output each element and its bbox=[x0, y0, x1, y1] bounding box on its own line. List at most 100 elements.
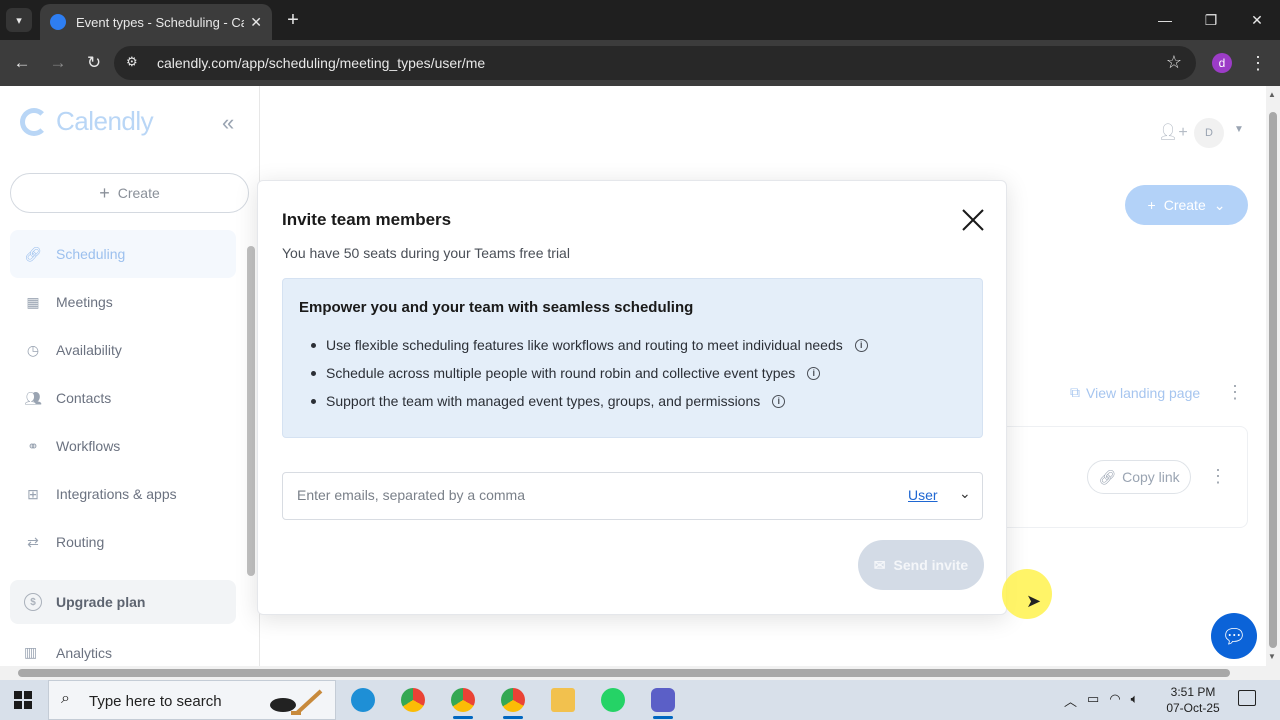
calendly-logo[interactable]: Calendly bbox=[20, 106, 154, 137]
reload-button[interactable]: ↻ bbox=[82, 51, 106, 75]
collapse-sidebar-icon[interactable]: « bbox=[222, 110, 234, 136]
file-explorer-taskbar-icon[interactable] bbox=[543, 684, 583, 716]
info-icon[interactable]: i bbox=[772, 394, 786, 408]
promo-item-text: Use flexible scheduling features like wo… bbox=[326, 337, 843, 353]
clock-date: 07-Oct-25 bbox=[1166, 701, 1220, 715]
bookmark-star-icon[interactable]: ☆ bbox=[1166, 52, 1182, 73]
event-more-icon[interactable]: ⋮ bbox=[1209, 466, 1227, 487]
wifi-icon[interactable]: ◠ bbox=[1109, 691, 1120, 710]
sidebar: Calendly « + Create 🔗︎ Scheduling ▦ Meet… bbox=[0, 86, 260, 666]
sidebar-nav: 🔗︎ Scheduling ▦ Meetings ◷ Availability … bbox=[10, 230, 236, 566]
chevron-up-icon[interactable]: ︿ bbox=[1064, 691, 1077, 710]
promo-box: Empower you and your team with seamless … bbox=[282, 278, 983, 438]
forward-button[interactable]: → bbox=[46, 51, 70, 75]
email-input[interactable] bbox=[297, 487, 857, 503]
sidebar-item-label: Routing bbox=[56, 534, 105, 550]
sidebar-item-analytics[interactable]: ▥ Analytics bbox=[24, 644, 112, 661]
chevron-down-icon[interactable]: ⌄ bbox=[959, 485, 971, 502]
mail-icon: ✉ bbox=[873, 556, 886, 573]
role-select[interactable]: User bbox=[908, 487, 938, 503]
view-landing-page-link[interactable]: ⧉ View landing page bbox=[1070, 384, 1200, 401]
browser-tab-bar: ▾ Event types - Scheduling - Calendly ✕ … bbox=[0, 0, 1280, 40]
address-bar[interactable]: ⚙ calendly.com/app/scheduling/meeting_ty… bbox=[114, 46, 1196, 80]
chat-bubble-icon: 💬︎ bbox=[1221, 625, 1247, 648]
sidebar-item-scheduling[interactable]: 🔗︎ Scheduling bbox=[10, 230, 236, 278]
email-invite-field: User ⌄ bbox=[282, 472, 983, 520]
taskbar-search[interactable]: ⌕ Type here to search bbox=[48, 680, 336, 720]
contacts-icon: 👥︎ bbox=[24, 389, 42, 406]
restore-button[interactable]: ❐ bbox=[1196, 8, 1226, 32]
sidebar-item-meetings[interactable]: ▦ Meetings bbox=[10, 278, 236, 326]
info-icon[interactable]: i bbox=[854, 338, 868, 352]
external-link-icon: ⧉ bbox=[1070, 384, 1080, 400]
sidebar-item-availability[interactable]: ◷ Availability bbox=[10, 326, 236, 374]
window-close-button[interactable]: ✕ bbox=[1242, 8, 1272, 32]
close-icon[interactable] bbox=[960, 207, 986, 233]
windows-start-icon[interactable] bbox=[14, 691, 32, 709]
promo-title: Empower you and your team with seamless … bbox=[299, 299, 694, 316]
browser-tab-active[interactable]: Event types - Scheduling - Calendly ✕ bbox=[40, 4, 272, 40]
mouse-cursor-icon: ➤ bbox=[1026, 591, 1042, 611]
sidebar-item-integrations[interactable]: ⊞ Integrations & apps bbox=[10, 470, 236, 518]
chevron-down-icon[interactable]: ▼ bbox=[1234, 124, 1244, 135]
sidebar-item-label: Scheduling bbox=[56, 246, 126, 262]
sidebar-create-button[interactable]: + Create bbox=[10, 173, 249, 213]
windows-taskbar: ⌕ Type here to search ︿ ▭ ◠ 🔈︎ 3:51 PM 0… bbox=[0, 680, 1280, 720]
clock-time: 3:51 PM bbox=[1170, 685, 1216, 699]
info-icon[interactable]: i bbox=[807, 366, 821, 380]
calendly-logo-icon bbox=[20, 107, 48, 136]
sidebar-item-label: Availability bbox=[56, 342, 122, 358]
landing-more-icon[interactable]: ⋮ bbox=[1226, 382, 1244, 403]
grid-icon: ⊞ bbox=[27, 485, 39, 502]
horizontal-scroll-thumb[interactable] bbox=[18, 669, 1230, 677]
analytics-icon: ▥ bbox=[24, 644, 38, 660]
sidebar-item-routing[interactable]: ⇄ Routing bbox=[10, 518, 236, 566]
taskbar-clock[interactable]: 3:51 PM 07-Oct-25 bbox=[1160, 684, 1226, 716]
plus-icon: + bbox=[1147, 197, 1156, 213]
copy-link-button[interactable]: 🔗︎ Copy link bbox=[1087, 460, 1191, 494]
chrome-profile-d-taskbar-icon[interactable] bbox=[493, 684, 533, 719]
sidebar-item-label: Meetings bbox=[56, 294, 113, 310]
create-label: Create bbox=[1163, 197, 1206, 213]
page-scroll-thumb[interactable] bbox=[1269, 112, 1277, 648]
main-create-button[interactable]: + Create ⌄ bbox=[1125, 185, 1248, 225]
app-taskbar-icon[interactable] bbox=[643, 684, 683, 719]
sidebar-item-workflows[interactable]: ⚭ Workflows bbox=[10, 422, 236, 470]
chrome-profile-n-taskbar-icon[interactable] bbox=[443, 684, 483, 719]
profile-avatar[interactable]: d bbox=[1212, 53, 1232, 73]
browser-toolbar: ← → ↻ ⚙ calendly.com/app/scheduling/meet… bbox=[0, 40, 1280, 86]
chrome-taskbar-icon[interactable] bbox=[393, 684, 433, 716]
edge-taskbar-icon[interactable] bbox=[343, 684, 383, 716]
url-text[interactable]: calendly.com/app/scheduling/meeting_type… bbox=[157, 55, 485, 71]
notification-icon[interactable] bbox=[1238, 690, 1256, 706]
browser-menu-icon[interactable]: ⋮ bbox=[1248, 51, 1268, 75]
workflows-icon: ⚭ bbox=[27, 437, 39, 454]
horizontal-scrollbar[interactable] bbox=[0, 666, 1280, 680]
upgrade-plan-button[interactable]: $ Upgrade plan bbox=[10, 580, 236, 624]
new-tab-button[interactable]: + bbox=[282, 8, 304, 32]
upgrade-label: Upgrade plan bbox=[56, 594, 146, 610]
minimize-button[interactable]: — bbox=[1150, 8, 1180, 32]
site-info-icon[interactable]: ⚙ bbox=[126, 54, 138, 70]
search-icon: ⌕ bbox=[61, 690, 70, 707]
scroll-down-arrow-icon[interactable]: ▼ bbox=[1268, 652, 1276, 661]
link-icon: 🔗︎ bbox=[24, 245, 42, 262]
add-user-icon[interactable]: 👤︎+ bbox=[1158, 122, 1188, 142]
list-item: Schedule across multiple people with rou… bbox=[299, 359, 868, 387]
send-invite-button[interactable]: ✉ Send invite bbox=[858, 540, 984, 590]
tab-search-button[interactable]: ▾ bbox=[6, 8, 32, 32]
chat-support-button[interactable]: 💬︎ bbox=[1211, 613, 1257, 659]
sidebar-item-contacts[interactable]: 👥︎ Contacts bbox=[10, 374, 236, 422]
tab-close-icon[interactable]: ✕ bbox=[250, 14, 262, 31]
scroll-up-arrow-icon[interactable]: ▲ bbox=[1268, 90, 1276, 99]
dollar-icon: $ bbox=[24, 593, 42, 611]
clock-icon: ◷ bbox=[26, 341, 40, 358]
list-item: Support the team with managed event type… bbox=[299, 387, 868, 415]
battery-icon[interactable]: ▭ bbox=[1087, 691, 1099, 710]
list-item: Use flexible scheduling features like wo… bbox=[299, 331, 868, 359]
volume-icon[interactable]: 🔈︎ bbox=[1131, 691, 1139, 710]
user-avatar[interactable]: D bbox=[1194, 118, 1224, 148]
back-button[interactable]: ← bbox=[10, 51, 34, 75]
whatsapp-taskbar-icon[interactable] bbox=[593, 684, 633, 716]
sidebar-scrollbar[interactable] bbox=[247, 246, 255, 576]
